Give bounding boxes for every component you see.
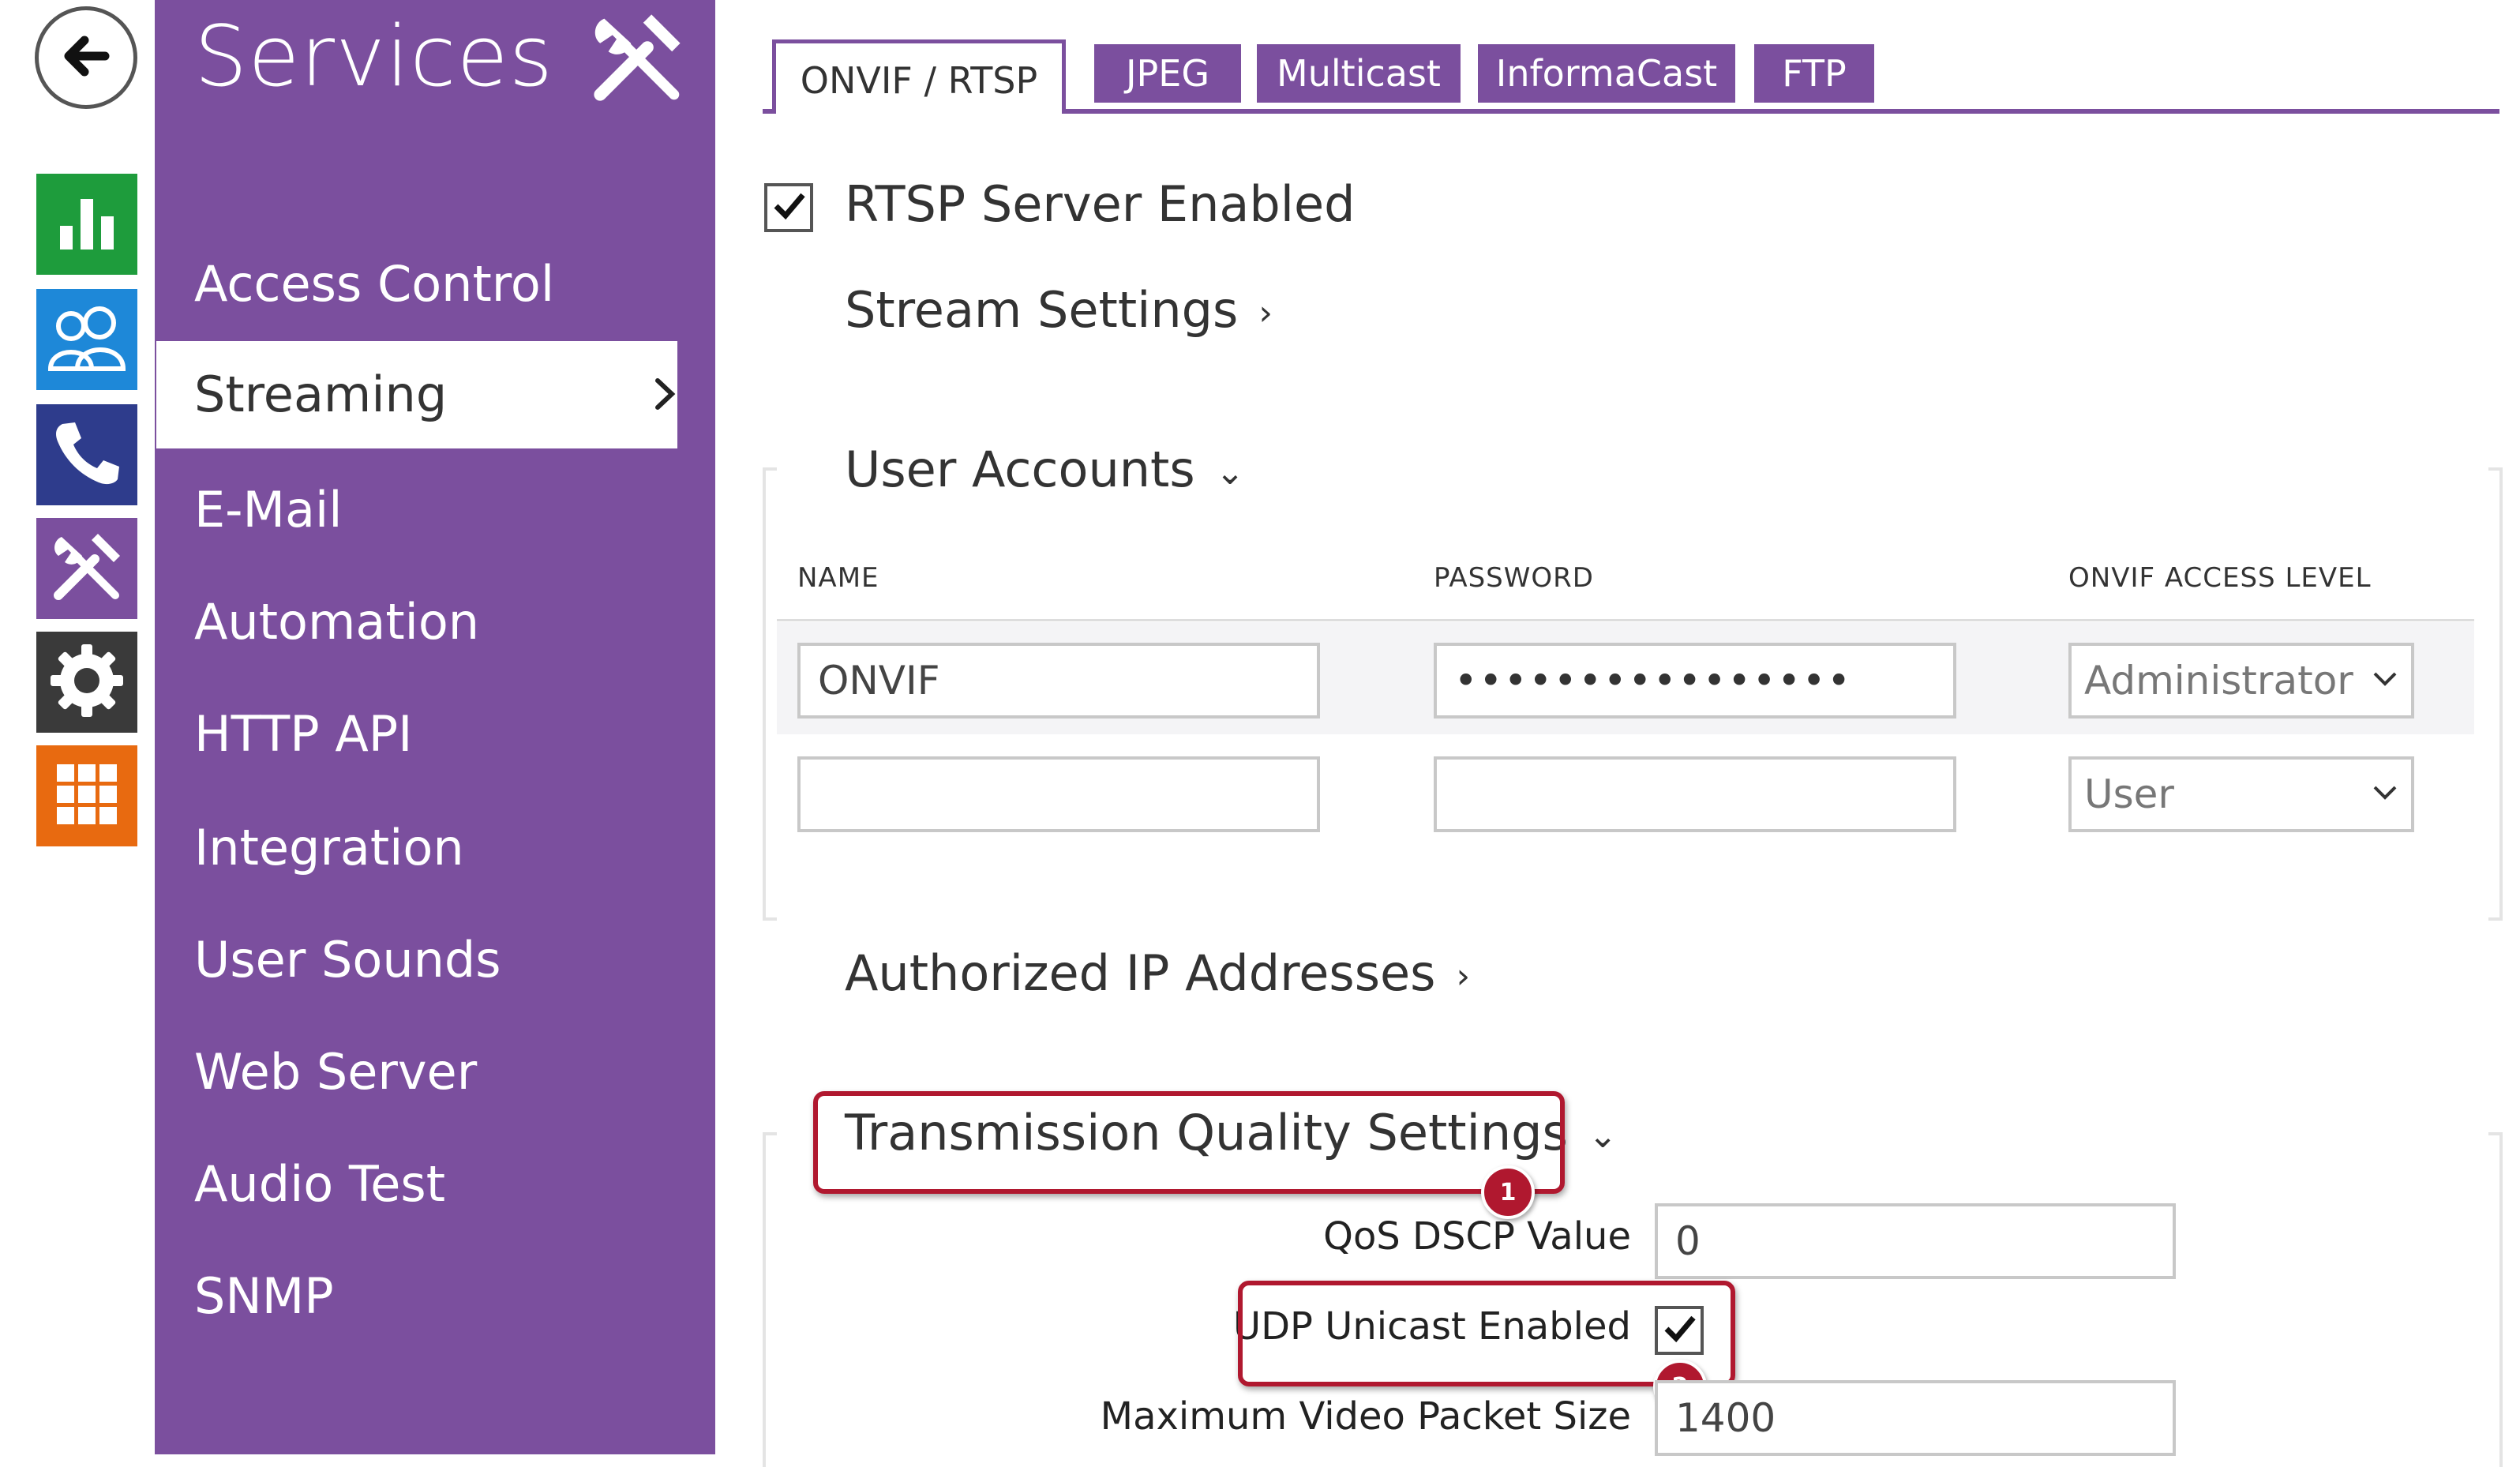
username-input[interactable]: ONVIF xyxy=(797,643,1320,718)
phone-icon xyxy=(51,418,122,492)
rail-statistics[interactable] xyxy=(36,174,137,275)
authorized-ip-label: Authorized IP Addresses xyxy=(845,944,1436,1002)
transmission-bracket-left xyxy=(763,1132,777,1467)
sidebar-item-integration[interactable]: Integration xyxy=(156,794,677,902)
chevron-down-icon xyxy=(2372,646,2398,715)
chevron-right-icon: › xyxy=(1456,956,1471,997)
rail-services[interactable] xyxy=(36,518,137,619)
column-header-name: NAME xyxy=(797,562,879,594)
highlight-transmission-quality xyxy=(813,1091,1565,1194)
column-header-password: PASSWORD xyxy=(1434,562,1594,594)
gear-icon xyxy=(47,641,126,723)
table-divider xyxy=(777,619,2474,621)
rail-calls[interactable] xyxy=(36,404,137,505)
sidebar-item-audio-test[interactable]: Audio Test xyxy=(156,1131,677,1238)
access-level-select[interactable]: Administrator xyxy=(2068,643,2414,718)
tools-icon xyxy=(47,527,126,610)
user-accounts-label: User Accounts xyxy=(845,441,1195,498)
stream-settings-toggle[interactable]: Stream Settings › xyxy=(845,281,1273,339)
tab-informacast[interactable]: InformaCast xyxy=(1478,44,1735,103)
tab-jpeg[interactable]: JPEG xyxy=(1094,44,1241,103)
chevron-down-icon: ⌄ xyxy=(1215,452,1245,493)
sidebar-item-streaming[interactable]: Streaming xyxy=(156,341,677,448)
sidebar-item-email[interactable]: E-Mail xyxy=(156,456,677,564)
rail-hardware[interactable] xyxy=(36,745,137,846)
chevron-down-icon: ⌄ xyxy=(1588,1116,1618,1157)
rail-directory[interactable] xyxy=(36,289,137,390)
tab-ftp[interactable]: FTP xyxy=(1754,44,1874,103)
back-button[interactable] xyxy=(35,6,137,109)
transmission-bracket-right xyxy=(2488,1132,2503,1467)
sidebar-item-automation[interactable]: Automation xyxy=(156,568,677,676)
user-accounts-bracket-right xyxy=(2488,467,2503,921)
sidebar-item-http-api[interactable]: HTTP API xyxy=(156,681,677,788)
user-accounts-bracket-left xyxy=(763,467,777,921)
tab-multicast[interactable]: Multicast xyxy=(1257,44,1461,103)
qos-dscp-input[interactable]: 0 xyxy=(1655,1203,2176,1279)
callout-badge-1: 1 xyxy=(1481,1165,1535,1219)
rtsp-enabled-checkbox[interactable] xyxy=(764,183,813,232)
sidebar-item-access-control[interactable]: Access Control xyxy=(156,231,677,338)
password-input[interactable] xyxy=(1434,756,1956,832)
qos-dscp-label: QoS DSCP Value xyxy=(1323,1214,1631,1259)
stream-settings-label: Stream Settings xyxy=(845,281,1239,339)
password-input[interactable]: •••••••••••••••• xyxy=(1434,643,1956,718)
chevron-right-icon: › xyxy=(1258,293,1273,334)
max-packet-size-label: Maximum Video Packet Size xyxy=(1100,1394,1631,1439)
sidebar-item-user-sounds[interactable]: User Sounds xyxy=(156,906,677,1014)
tools-icon xyxy=(586,6,688,109)
tab-onvif-rtsp[interactable]: ONVIF / RTSP xyxy=(772,39,1066,114)
access-level-value: User xyxy=(2084,771,2174,817)
bar-chart-icon xyxy=(55,191,118,257)
users-icon xyxy=(47,302,126,377)
rail-system[interactable] xyxy=(36,632,137,733)
access-level-select[interactable]: User xyxy=(2068,756,2414,832)
grid-icon xyxy=(55,763,118,829)
checkmark-icon xyxy=(770,187,808,228)
user-accounts-toggle[interactable]: User Accounts ⌄ xyxy=(845,441,1245,498)
sidebar-title: Services xyxy=(194,8,553,105)
authorized-ip-toggle[interactable]: Authorized IP Addresses › xyxy=(845,944,1470,1002)
rtsp-enabled-label: RTSP Server Enabled xyxy=(845,175,1356,233)
chevron-down-icon xyxy=(2372,760,2398,829)
chevron-right-icon xyxy=(651,373,680,415)
max-packet-size-input[interactable]: 1400 xyxy=(1655,1380,2176,1456)
arrow-left-icon xyxy=(54,24,118,91)
sidebar-item-web-server[interactable]: Web Server xyxy=(156,1019,677,1126)
username-input[interactable] xyxy=(797,756,1320,832)
access-level-value: Administrator xyxy=(2084,658,2353,703)
column-header-access-level: ONVIF ACCESS LEVEL xyxy=(2068,562,2372,594)
sidebar-item-snmp[interactable]: SNMP xyxy=(156,1243,677,1350)
